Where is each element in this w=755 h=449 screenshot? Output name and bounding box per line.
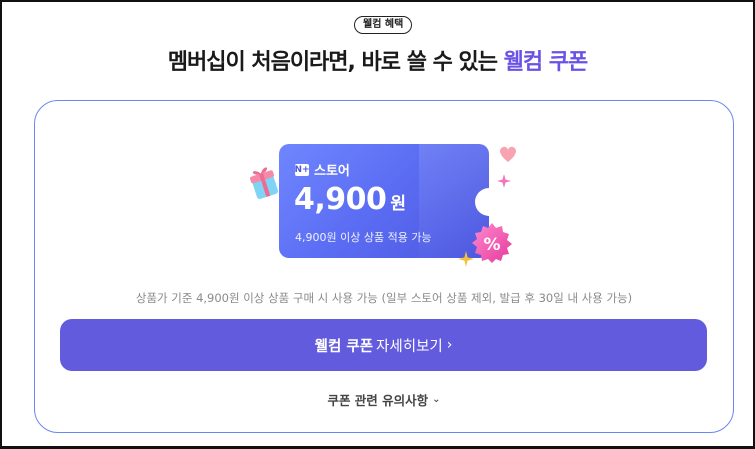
chevron-down-icon: ⌄: [432, 394, 441, 405]
page-title-accent: 웰컴 쿠폰: [503, 50, 589, 75]
page-title: 멤버십이 처음이라면, 바로 쓸 수 있는 웰컴 쿠폰: [0, 44, 755, 76]
coupon-store-name: 스토어: [314, 164, 350, 179]
coupon-amount-value: 4,900: [294, 182, 387, 217]
coupon-ticket: N+ 스토어 4,900 원 4,900원 이상 상품 적용 가능: [279, 144, 489, 258]
coupon-condition: 4,900원 이상 상품 적용 가능: [295, 231, 432, 244]
heart-icon: [500, 146, 516, 162]
welcome-benefit-badge: 웰컴 혜택: [354, 16, 413, 34]
coupon-policy-label: 쿠폰 관련 유의사항: [327, 393, 429, 408]
usage-notice: 상품가 기준 4,900원 이상 상품 구매 시 사용 가능 (일부 스토어 상…: [135, 291, 633, 305]
cta-label: 자세히보기: [376, 338, 443, 355]
cta-strong-label: 웰컴 쿠폰: [314, 338, 374, 355]
page-title-main: 멤버십이 처음이라면, 바로 쓸 수 있는: [167, 50, 504, 75]
chevron-right-icon: ›: [446, 337, 453, 353]
coupon-store-row: N+ 스토어: [294, 160, 350, 179]
percent-badge-icon: %: [472, 223, 512, 263]
welcome-coupon-details-button[interactable]: 웰컴 쿠폰 자세히보기 ›: [60, 319, 707, 371]
naver-plus-logo-icon: N+: [294, 163, 310, 176]
coupon-amount: 4,900 원: [294, 182, 406, 217]
coupon-amount-unit: 원: [390, 194, 407, 214]
gift-box-icon: [250, 167, 279, 199]
svg-text:%: %: [483, 235, 500, 255]
sparkle-icon: [497, 174, 511, 188]
coupon-policy-toggle[interactable]: 쿠폰 관련 유의사항 ⌄: [34, 390, 734, 409]
